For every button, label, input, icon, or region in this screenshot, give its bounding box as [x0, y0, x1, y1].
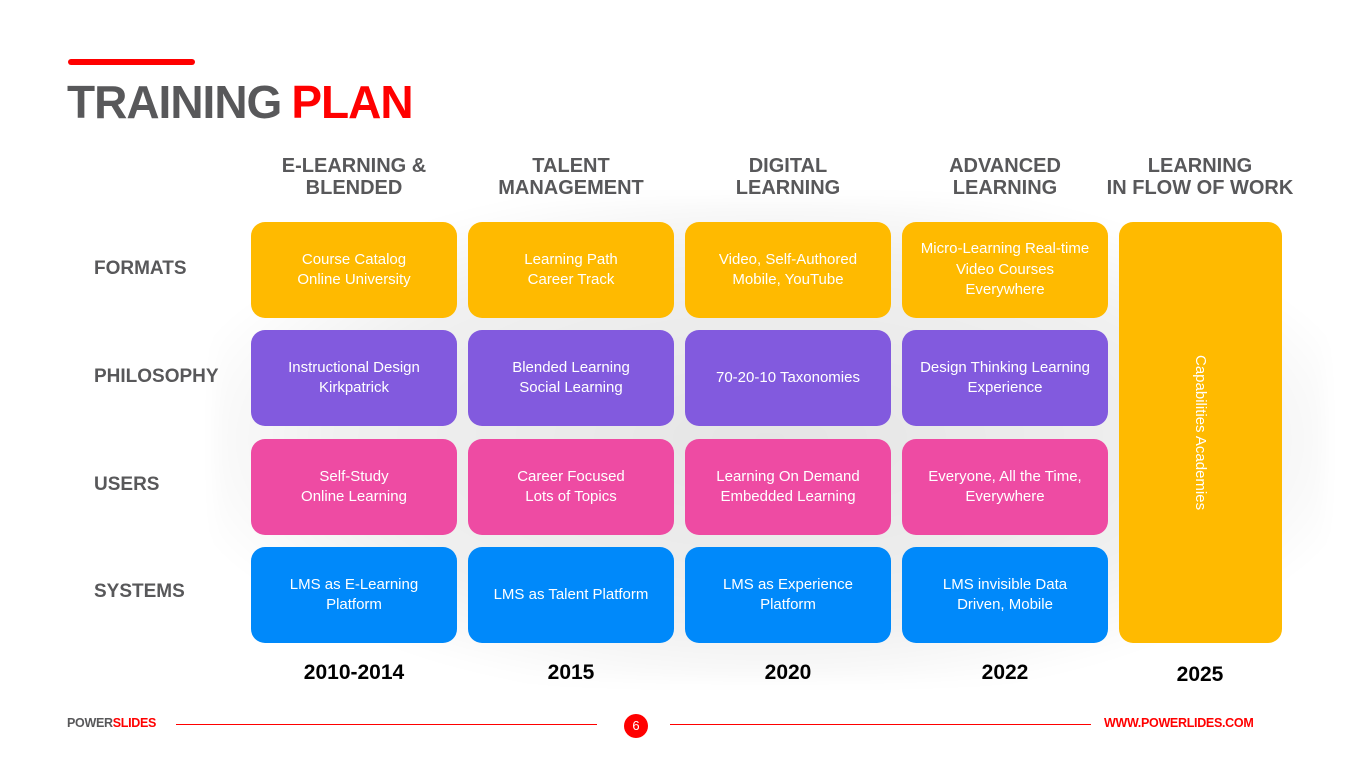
card-systems-4: LMS invisible Data Driven, Mobile: [902, 547, 1108, 643]
card-formats-4: Micro-Learning Real-time Video Courses Eve…: [902, 222, 1108, 318]
card-users-4: Everyone, All the Time, Everywhere: [902, 439, 1108, 535]
card-text-line: Online University: [297, 271, 411, 288]
card-text-line: Kirkpatrick: [318, 379, 389, 396]
column-header-line: MANAGEMENT: [498, 177, 644, 199]
column-header-line: LEARNING: [1147, 155, 1253, 177]
year-label: 2020: [764, 661, 812, 684]
card-philosophy-1: Instructional Design Kirkpatrick: [251, 330, 457, 426]
card-text-line: Lots of Topics: [525, 488, 617, 505]
card-text-line: Driven, Mobile: [957, 596, 1053, 613]
card-philosophy-3: 70-20-10 Taxonomies: [685, 330, 891, 426]
card-users-1: Self-Study Online Learning: [251, 439, 457, 535]
card-systems-3: LMS as Experience Platform: [685, 547, 891, 643]
year-label: 2022: [981, 661, 1029, 684]
card-text-line: Career Focused: [517, 467, 625, 485]
column-header-flow-of-work: LEARNING IN FLOW OF WORK: [1097, 155, 1303, 199]
card-text-line: Design Thinking Learning: [920, 358, 1090, 376]
card-text-line: Learning On Demand: [716, 467, 860, 485]
card-formats-1: Course Catalog Online University: [251, 222, 457, 318]
card-philosophy-2: Blended Learning Social Learning: [468, 330, 674, 426]
column-header-line: ADVANCED: [949, 155, 1061, 177]
card-text-line: 70-20-10 Taxonomies: [716, 368, 860, 386]
column-header-line: TALENT: [532, 155, 610, 177]
card-text-line: Video Courses: [955, 260, 1055, 278]
row-label-formats: FORMATS: [94, 258, 187, 279]
card-text-line: Micro-Learning Real-time: [920, 240, 1090, 258]
column-header-digital: DIGITAL LEARNING: [685, 155, 891, 199]
card-text-line: Course Catalog: [301, 250, 407, 268]
card-users-3: Learning On Demand Embedded Learning: [685, 439, 891, 535]
column-header-line: E-LEARNING &: [281, 155, 427, 177]
year-label: 2015: [547, 661, 595, 684]
footer-website-link[interactable]: WWW.POWERLIDES.COM: [1104, 716, 1254, 730]
column-header-line: DIGITAL: [748, 155, 828, 177]
card-text-line: Career Track: [527, 271, 615, 288]
card-systems-2: LMS as Talent Platform: [468, 547, 674, 643]
card-text-line: LMS as E-Learning: [289, 575, 419, 593]
card-users-2: Career Focused Lots of Topics: [468, 439, 674, 535]
card-text-line: Everywhere: [965, 488, 1045, 505]
column-header-line: BLENDED: [305, 177, 403, 199]
card-formats-3: Video, Self-Authored Mobile, YouTube: [685, 222, 891, 318]
card-text-line: Video, Self-Authored: [718, 250, 858, 268]
column-header-advanced: ADVANCED LEARNING: [902, 155, 1108, 199]
card-text-line: Experience: [967, 379, 1043, 396]
footer-divider-right: [670, 724, 1091, 725]
card-text-line: Learning Path: [524, 250, 618, 268]
brand-part-1: POWER: [67, 716, 113, 730]
brand-part-2: SLIDES: [112, 716, 157, 730]
card-text-line: Platform: [326, 596, 382, 613]
card-text-line: LMS as Experience: [722, 575, 854, 593]
title-part-2: PLAN: [291, 76, 413, 128]
row-label-users: USERS: [94, 474, 160, 495]
card-text-line: Mobile, YouTube: [732, 271, 844, 288]
card-text-line: Blended Learning: [512, 358, 630, 376]
column-header-line: IN FLOW OF WORK: [1106, 177, 1294, 199]
card-systems-1: LMS as E-Learning Platform: [251, 547, 457, 643]
year-label: 2010-2014: [303, 661, 405, 684]
card-text-line: Self-Study: [319, 467, 389, 485]
card-text-line: Everywhere: [965, 281, 1045, 299]
title-part-1: TRAINING: [67, 76, 282, 128]
card-capabilities-academies: Capabilities Academies: [1119, 222, 1282, 643]
page-title: TRAINING PLAN: [67, 74, 414, 130]
card-philosophy-4: Design Thinking Learning Experience: [902, 330, 1108, 426]
card-text: Capabilities Academies: [1192, 354, 1209, 511]
row-label-philosophy: PHILOSOPHY: [94, 366, 219, 387]
column-header-line: LEARNING: [735, 177, 841, 199]
card-text-line: Embedded Learning: [720, 488, 856, 505]
card-text-line: Online Learning: [301, 488, 407, 505]
footer-divider-left: [176, 724, 597, 725]
card-text-line: Platform: [760, 596, 816, 613]
row-label-systems: SYSTEMS: [94, 581, 185, 602]
page-number-badge: 6: [624, 714, 648, 738]
card-text-line: LMS as Talent Platform: [493, 585, 649, 603]
column-header-talent: TALENT MANAGEMENT: [468, 155, 674, 199]
title-accent-bar: [68, 59, 195, 65]
footer-brand-logo: POWERSLIDES: [67, 716, 156, 730]
column-header-line: LEARNING: [952, 177, 1058, 199]
card-text-line: Social Learning: [519, 379, 623, 396]
card-text-line: Instructional Design: [288, 358, 420, 376]
card-text-line: LMS invisible Data: [942, 575, 1068, 593]
column-header-elearning: E-LEARNING & BLENDED: [251, 155, 457, 199]
card-text-line: Everyone, All the Time,: [928, 467, 1082, 485]
year-label: 2025: [1176, 663, 1224, 686]
card-formats-2: Learning Path Career Track: [468, 222, 674, 318]
